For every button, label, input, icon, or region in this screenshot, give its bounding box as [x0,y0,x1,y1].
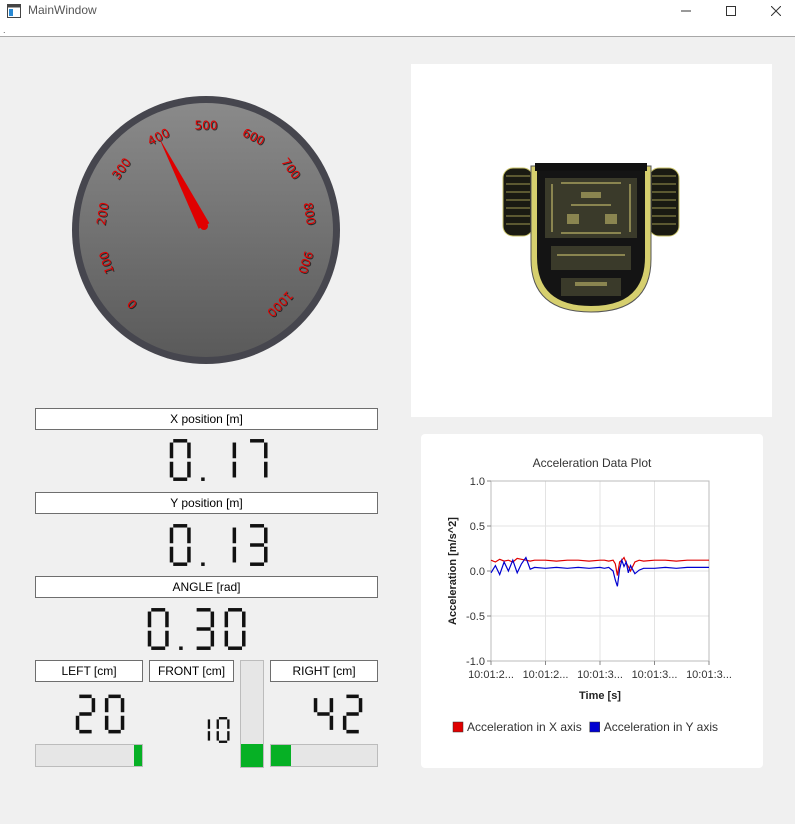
lcd-digit [196,608,215,650]
acceleration-chart-panel: Acceleration Data Plot 1.0 0.5 0.0 -0.5 -1.0… [421,434,763,768]
y-position-label: Y position [m] [35,492,378,514]
robot-view-panel [411,64,772,417]
chart-x-tick-label: 10:01:2... [523,669,569,681]
lcd-digit [224,608,246,650]
lcd-digit [250,524,268,566]
left-distance-display [74,690,134,738]
lcd-digit [216,717,230,743]
chart-y-tick-label: -0.5 [466,611,485,623]
lcd-digit [201,562,205,566]
app-window-icon [7,4,21,18]
lcd-digit [313,698,334,730]
lcd-digit [232,442,237,478]
gauge-face [79,103,333,357]
lcd-digit [147,608,169,650]
chart-x-tick-label: 10:01:2... [468,669,514,681]
legend-label: Acceleration in X axis [467,720,582,734]
lcd-digit [342,694,363,734]
window-title: MainWindow [28,3,97,17]
angle-label: ANGLE [rad] [35,576,378,598]
angle-value [147,608,246,650]
chart-y-tick-label: 0.0 [470,566,485,578]
maximize-icon [725,6,736,16]
right-distance-bar-fill [271,745,292,766]
lcd-digit [75,694,96,734]
chart-x-tick-label: 10:01:3... [686,669,732,681]
lcd-digit [250,439,268,478]
chart-x-tick-label: 10:01:3... [632,669,678,681]
legend-swatch [452,721,464,733]
minimize-icon [680,10,691,12]
legend-item[interactable]: Acceleration in X axis [452,720,582,734]
front-distance-bar-fill [241,743,263,767]
lcd-digit [179,646,183,650]
title-bar: MainWindow [0,0,795,26]
y-position-value [169,524,268,566]
lcd-digit [201,477,205,481]
right-distance-display [312,690,372,738]
gauge-hub [200,222,208,230]
legend-label: Acceleration in Y axis [604,720,718,734]
chart-y-axis-label: Acceleration [m/s^2] [447,517,459,625]
front-distance-display [196,706,236,754]
lcd-digit [104,694,125,734]
acceleration-chart: Acceleration Data Plot 1.0 0.5 0.0 -0.5 -1.0… [447,456,732,734]
minimize-button[interactable] [663,0,708,22]
right-distance-bar [270,744,378,767]
lcd-digit [207,719,211,741]
menu-marker: . [3,25,6,35]
left-distance-value [75,694,125,734]
legend-item[interactable]: Acceleration in Y axis [589,720,718,734]
left-distance-bar-fill [133,745,142,766]
chart-title: Acceleration Data Plot [533,456,652,470]
menu-bar[interactable]: . [0,26,795,37]
angle-display [146,603,256,655]
lcd-digit [232,527,237,563]
dial-gauge: 00100100200200300300400400 50050060060070… [72,96,340,364]
left-distance-bar [35,744,143,767]
front-distance-value [207,717,230,743]
x-position-value [169,439,268,481]
front-distance-bar [240,660,264,768]
chart-y-tick-label: 0.5 [470,521,485,533]
chart-y-tick-label: -1.0 [466,656,485,668]
front-distance-label: FRONT [cm] [149,660,234,682]
lcd-digit [169,439,191,481]
right-distance-label: RIGHT [cm] [270,660,378,682]
left-distance-label: LEFT [cm] [35,660,143,682]
chart-x-axis-label: Time [s] [579,690,621,702]
chart-x-tick-label: 10:01:3... [577,669,623,681]
y-position-display [168,519,278,571]
gauge-tick-label: 500 [195,119,218,133]
legend-swatch [589,721,600,733]
close-icon [770,6,781,16]
lcd-digit [169,524,191,566]
maximize-button[interactable] [708,0,753,22]
x-position-display [168,434,278,486]
right-distance-value [313,694,363,734]
robot-top-view-icon [502,163,680,313]
chart-y-tick-label: 1.0 [470,476,485,488]
x-position-label: X position [m] [35,408,378,430]
close-button[interactable] [753,0,795,22]
